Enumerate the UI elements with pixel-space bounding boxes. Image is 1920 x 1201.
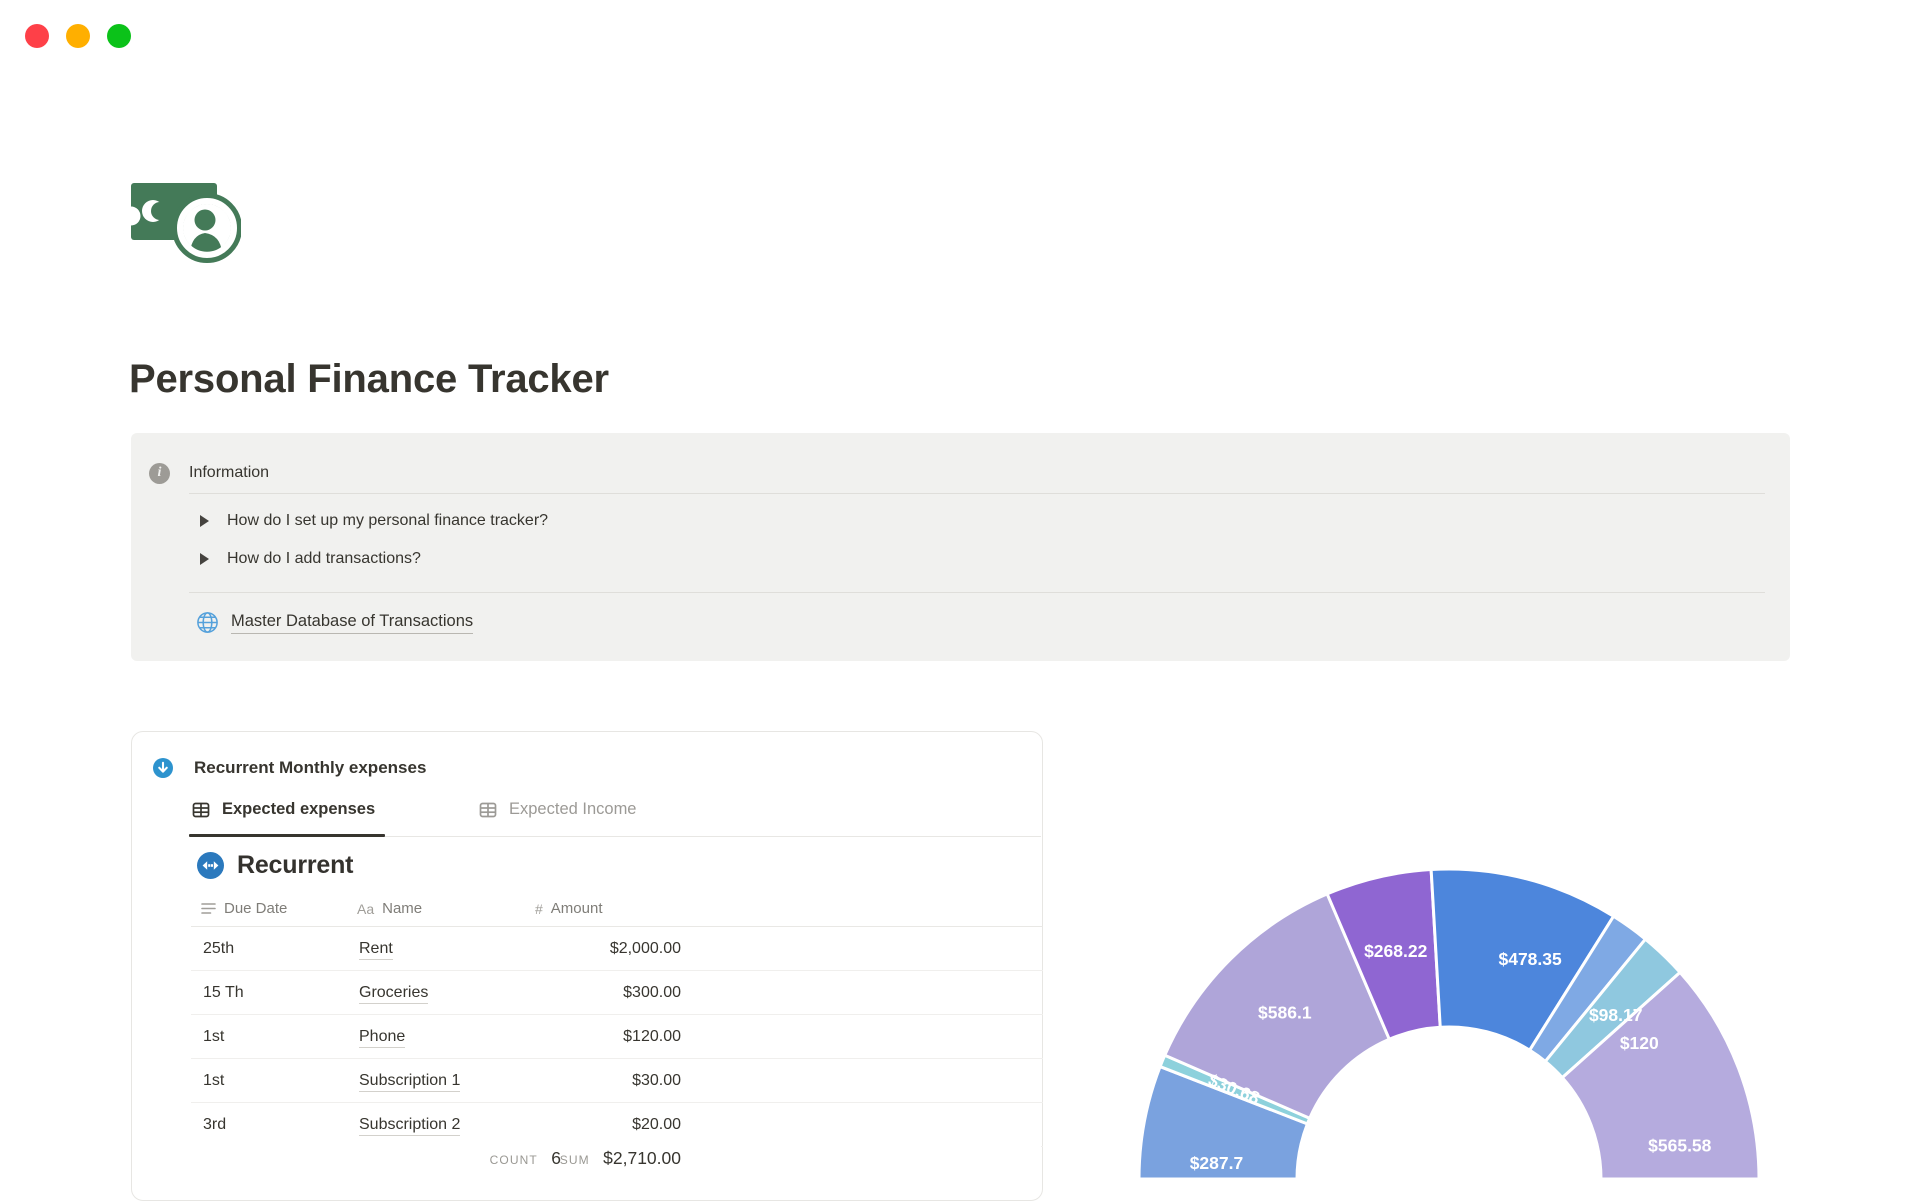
table-view-icon [192,802,210,818]
donut-segment-label: $287.7 [1190,1153,1244,1173]
amount-cell[interactable]: $30.00 [441,1072,681,1090]
donut-segment-label: $565.58 [1648,1136,1712,1156]
toggle-setup-question[interactable]: How do I set up my personal finance trac… [200,509,548,533]
zoom-window-button[interactable] [107,24,131,48]
name-cell[interactable]: Groceries [359,984,429,1004]
donut-segment-label: $268.22 [1364,941,1428,961]
close-window-button[interactable] [25,24,49,48]
select-list-icon [201,903,216,914]
column-header-amount[interactable]: # Amount [535,900,603,917]
table-view-icon [479,802,497,818]
information-callout: i Information How do I set up my persona… [131,433,1790,661]
toggle-add-transactions-question[interactable]: How do I add transactions? [200,547,421,571]
due-date-cell[interactable]: 1st [203,1028,224,1046]
expenses-table: Due Date Aa Name # Amount 25th Rent $2,0… [191,894,1043,1147]
master-database-link-label[interactable]: Master Database of Transactions [231,612,474,634]
callout-divider [189,592,1765,593]
amount-cell[interactable]: $120.00 [441,1028,681,1046]
view-tabs: Expected expenses Expected Income [188,800,1042,837]
due-date-cell[interactable]: 3rd [203,1116,226,1134]
info-icon: i [149,462,170,484]
page-icon-money[interactable] [121,183,242,265]
name-cell[interactable]: Phone [359,1028,406,1048]
table-row[interactable]: 1st Subscription 1 $30.00 [191,1059,1043,1103]
donut-segment-label: $120 [1620,1033,1659,1053]
callout-title: Information [189,464,270,481]
due-date-cell[interactable]: 25th [203,940,234,958]
amount-cell[interactable]: $20.00 [441,1116,681,1134]
donut-segment-label: $98.17 [1589,1005,1643,1025]
tab-expected-income[interactable]: Expected Income [478,800,637,837]
card-header[interactable]: Recurrent Monthly expenses [153,758,426,778]
tab-expected-expenses[interactable]: Expected expenses [188,800,386,837]
arrow-down-circle-icon [153,758,173,778]
money-banknote-coin-icon [121,183,242,263]
globe-icon [197,612,218,633]
recurrent-section-heading[interactable]: Recurrent [197,851,353,880]
number-hash-icon: # [535,900,543,917]
title-aa-icon: Aa [357,900,375,917]
card-title: Recurrent Monthly expenses [194,758,427,777]
name-cell[interactable]: Rent [359,940,393,960]
toggle-triangle-icon[interactable] [200,553,209,565]
footer-sum[interactable]: SUM $2,710.00 [441,1148,681,1169]
minimize-window-button[interactable] [66,24,90,48]
table-row[interactable]: 15 Th Groceries $300.00 [191,971,1043,1015]
recurrent-arrows-circle-icon [197,852,224,879]
expenses-donut-chart[interactable]: $287.7$30.68$586.1$268.22 $478.35$98.17$1… [1099,858,1801,1200]
personal-finance-tracker-window: { "window": { "traffic_lights": ["#FE404… [0,0,1920,1201]
amount-cell[interactable]: $300.00 [441,984,681,1002]
donut-segment-label: $586.1 [1258,1002,1312,1022]
page-title: Personal Finance Tracker [129,356,609,401]
table-row[interactable]: 25th Rent $2,000.00 [191,927,1043,971]
recurrent-expenses-card: Recurrent Monthly expenses Expected expe… [131,731,1043,1201]
toggle-triangle-icon[interactable] [200,515,209,527]
callout-divider [189,493,1765,494]
column-header-name[interactable]: Aa Name [357,900,422,917]
column-header-due-date[interactable]: Due Date [201,900,287,917]
table-header-row: Due Date Aa Name # Amount [191,894,1043,927]
recurrent-section-title: Recurrent [237,851,354,879]
donut-segment-label: $478.35 [1498,949,1562,969]
due-date-cell[interactable]: 1st [203,1072,224,1090]
due-date-cell[interactable]: 15 Th [203,984,244,1002]
window-controls [25,24,131,48]
master-database-link[interactable]: Master Database of Transactions [196,611,474,634]
table-row[interactable]: 1st Phone $120.00 [191,1015,1043,1059]
amount-cell[interactable]: $2,000.00 [441,940,681,958]
table-footer: COUNT 6 SUM $2,710.00 [133,1138,1041,1200]
